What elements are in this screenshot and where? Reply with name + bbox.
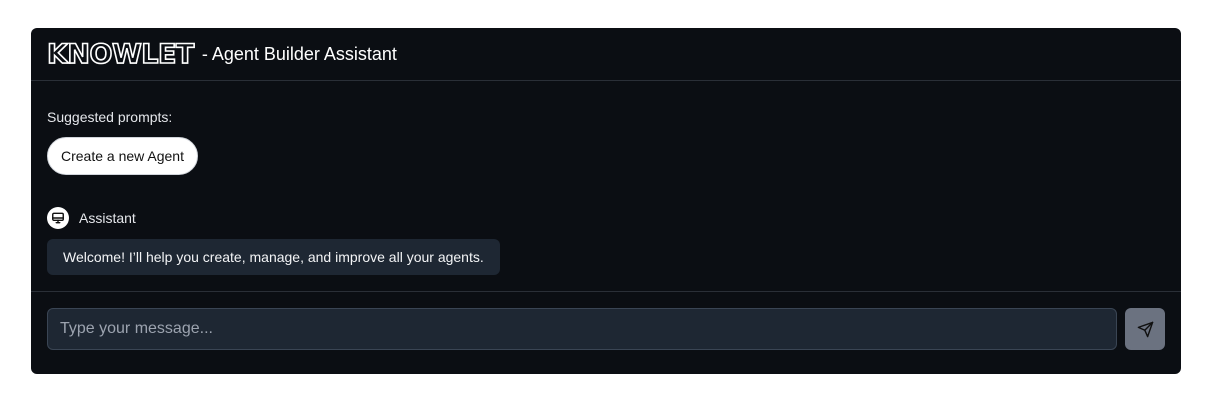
monitor-icon — [52, 212, 64, 224]
chat-panel: KNOWLET - Agent Builder Assistant Sugges… — [31, 28, 1181, 374]
assistant-message-bubble: Welcome! I’ll help you create, manage, a… — [47, 239, 500, 275]
send-icon — [1137, 321, 1153, 337]
send-button[interactable] — [1125, 308, 1165, 350]
knowlet-logo: KNOWLET — [46, 38, 195, 70]
message-sender: Assistant — [79, 210, 136, 226]
chat-header: KNOWLET - Agent Builder Assistant — [31, 28, 1181, 81]
message-header: Assistant — [47, 207, 1165, 229]
assistant-avatar — [47, 207, 69, 229]
suggested-prompts-label: Suggested prompts: — [47, 109, 173, 125]
page-title: - Agent Builder Assistant — [201, 43, 397, 64]
message-input[interactable] — [47, 308, 1117, 350]
chat-body: Suggested prompts: Create a new Agent As… — [31, 81, 1181, 290]
suggested-prompt-create-agent[interactable]: Create a new Agent — [47, 137, 198, 175]
composer-bar — [31, 291, 1181, 374]
